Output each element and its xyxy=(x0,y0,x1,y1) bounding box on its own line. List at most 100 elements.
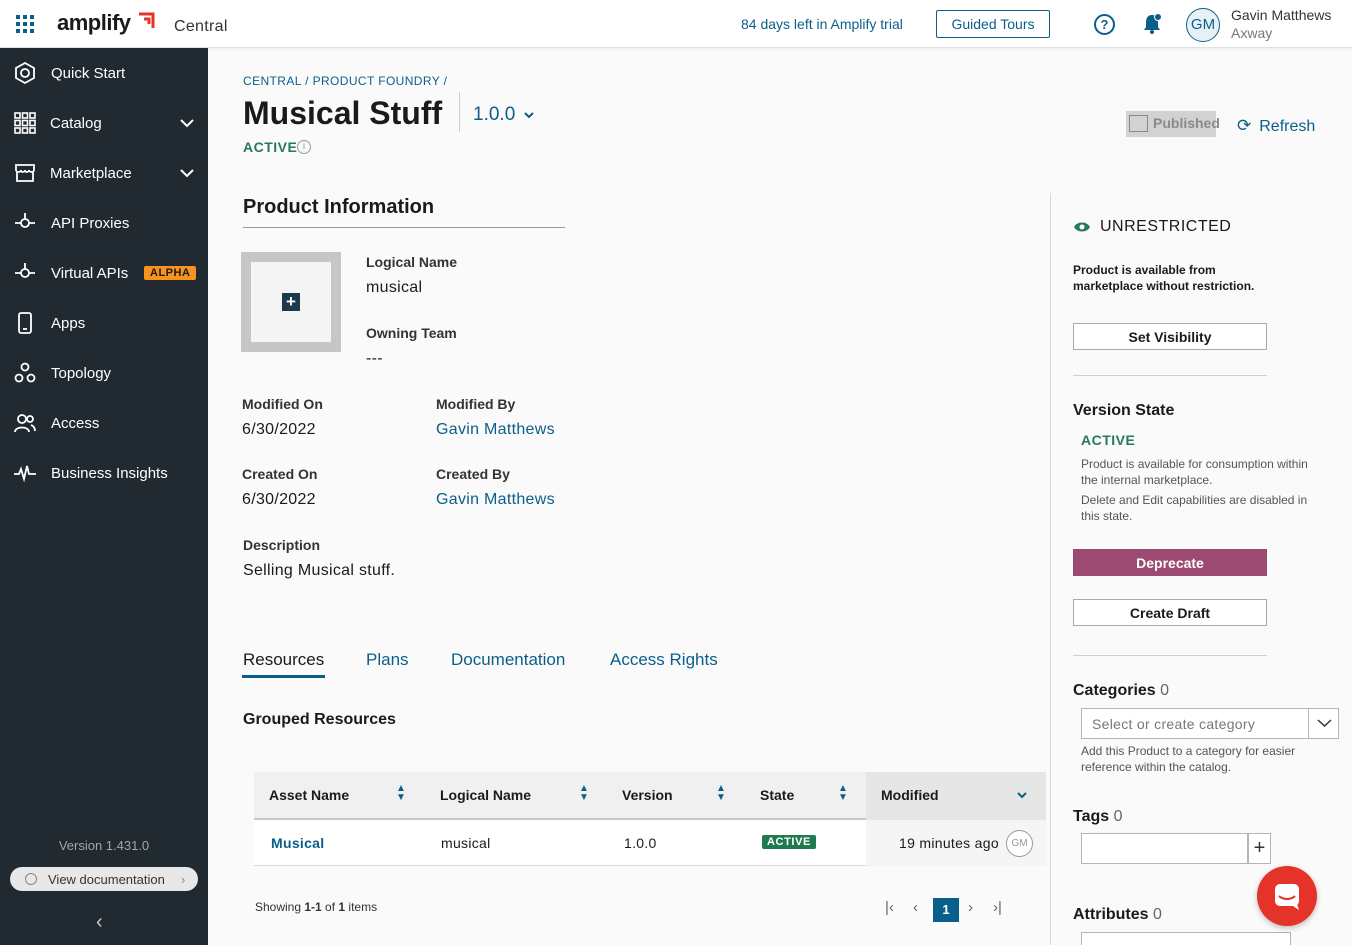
category-help-text: Add this Product to a category for easie… xyxy=(1081,744,1296,774)
published-label: Published xyxy=(1153,115,1220,131)
modified-on-label: Modified On xyxy=(242,396,323,412)
storefront-icon xyxy=(1129,115,1148,132)
version-state-value: ACTIVE xyxy=(1081,432,1136,448)
chevron-right-icon: › xyxy=(181,871,186,887)
sidebar-item-business-insights[interactable]: Business Insights xyxy=(0,448,208,498)
tab-access-rights[interactable]: Access Rights xyxy=(610,650,718,670)
column-header-logical-name[interactable]: Logical Name xyxy=(440,787,531,803)
version-cell: 1.0.0 xyxy=(624,835,657,851)
sidebar-item-quick-start[interactable]: Quick Start xyxy=(0,48,208,98)
product-image-upload[interactable]: + xyxy=(241,252,341,352)
column-header-modified[interactable]: Modified xyxy=(881,787,939,803)
tab-resources[interactable]: Resources xyxy=(243,650,324,670)
version-state-heading: Version State xyxy=(1073,402,1175,419)
page-number-current[interactable]: 1 xyxy=(933,898,959,922)
first-page-icon[interactable]: |‹ xyxy=(885,899,894,916)
description-label: Description xyxy=(243,537,321,553)
topology-icon xyxy=(14,362,36,383)
visibility-description: Product is available from marketplace wi… xyxy=(1073,263,1255,293)
pagination-summary: Showing 1-1 of 1 items xyxy=(255,900,377,914)
user-avatar[interactable]: GM xyxy=(1186,8,1220,42)
sidebar-item-virtual-apis[interactable]: Virtual APIs ALPHA xyxy=(0,248,208,298)
help-icon[interactable]: ? xyxy=(1094,14,1115,35)
catalog-icon xyxy=(14,112,36,134)
user-org: Axway xyxy=(1231,25,1273,41)
sort-icon[interactable]: ▲ ▼ xyxy=(395,784,407,806)
user-avatar[interactable]: GM xyxy=(1006,830,1033,857)
heading-divider xyxy=(243,227,565,228)
asset-name-link[interactable]: Musical xyxy=(271,835,324,851)
brand-logo[interactable]: amplify xyxy=(57,10,131,36)
refresh-label: Refresh xyxy=(1259,118,1316,135)
active-tab-indicator xyxy=(242,675,325,678)
sort-desc-icon[interactable] xyxy=(1016,790,1028,800)
title-divider xyxy=(459,92,460,132)
chevron-down-icon[interactable] xyxy=(178,114,196,132)
created-by-link[interactable]: Gavin Matthews xyxy=(436,491,555,509)
sidebar-item-label: Quick Start xyxy=(51,64,126,82)
sidebar-item-access[interactable]: Access xyxy=(0,398,208,448)
refresh-icon: ⟳ xyxy=(1237,116,1252,135)
sort-icon[interactable]: ▲ ▼ xyxy=(837,784,849,806)
tag-input[interactable] xyxy=(1081,833,1248,864)
chat-launcher-button[interactable] xyxy=(1257,866,1317,926)
attribute-input[interactable] xyxy=(1081,932,1291,945)
modified-by-link[interactable]: Gavin Matthews xyxy=(436,421,555,439)
view-documentation-button[interactable]: View documentation › xyxy=(10,867,198,891)
image-placeholder: + xyxy=(251,262,331,342)
last-page-icon[interactable]: ›| xyxy=(993,899,1002,916)
divider xyxy=(1073,655,1267,656)
previous-page-icon[interactable]: ‹ xyxy=(913,899,918,916)
sidebar-item-topology[interactable]: Topology xyxy=(0,348,208,398)
attributes-label: Attributes xyxy=(1073,906,1149,923)
breadcrumb[interactable]: CENTRAL / PRODUCT FOUNDRY / xyxy=(243,74,447,88)
deprecate-button[interactable]: Deprecate xyxy=(1073,549,1267,576)
chat-icon xyxy=(1275,884,1299,910)
notifications-bell-icon[interactable] xyxy=(1141,12,1163,36)
next-page-icon[interactable]: › xyxy=(968,899,973,916)
plus-icon[interactable]: + xyxy=(282,293,300,311)
tab-documentation[interactable]: Documentation xyxy=(451,650,565,670)
sidebar-item-label: Catalog xyxy=(50,114,102,132)
add-tag-button[interactable]: + xyxy=(1248,833,1271,864)
version-state-description: Product is available for consumption wit… xyxy=(1081,457,1308,487)
api-proxies-icon xyxy=(15,213,35,228)
tags-heading: Tags 0 xyxy=(1073,808,1123,826)
top-bar: amplify Central 84 days left in Amplify … xyxy=(0,0,1352,48)
owning-team-value: --- xyxy=(366,350,383,367)
app-switcher-icon[interactable] xyxy=(16,15,34,33)
column-header-version[interactable]: Version xyxy=(622,787,673,803)
category-select[interactable]: Select or create category xyxy=(1081,708,1339,739)
refresh-button[interactable]: ⟳ Refresh xyxy=(1237,116,1315,136)
chevron-down-icon[interactable] xyxy=(178,164,196,182)
chevron-down-icon xyxy=(523,112,534,119)
created-on-value: 6/30/2022 xyxy=(242,491,316,508)
set-visibility-button[interactable]: Set Visibility xyxy=(1073,323,1267,350)
tags-count: 0 xyxy=(1113,808,1123,825)
sidebar-item-catalog[interactable]: Catalog xyxy=(0,98,208,148)
column-header-asset-name[interactable]: Asset Name xyxy=(269,787,349,803)
alpha-badge: ALPHA xyxy=(144,266,197,280)
version-select[interactable]: 1.0.0 xyxy=(473,104,535,126)
column-header-state[interactable]: State xyxy=(760,787,794,803)
modified-by-label: Modified By xyxy=(436,396,516,412)
sidebar-item-api-proxies[interactable]: API Proxies xyxy=(0,198,208,248)
modified-cell: 19 minutes ago xyxy=(899,835,999,851)
collapse-sidebar-icon[interactable]: ‹ xyxy=(96,911,103,934)
sidebar-item-marketplace[interactable]: Marketplace xyxy=(0,148,208,198)
sidebar-item-label: Access xyxy=(51,414,100,432)
category-dropdown-toggle[interactable] xyxy=(1308,709,1339,738)
sidebar-item-apps[interactable]: Apps xyxy=(0,298,208,348)
info-icon[interactable]: i xyxy=(297,140,311,154)
sort-icon[interactable]: ▲ ▼ xyxy=(715,784,727,806)
state-badge: ACTIVE xyxy=(762,835,816,849)
user-name[interactable]: Gavin Matthews xyxy=(1231,7,1331,23)
globe-icon xyxy=(25,873,37,885)
owning-team-label: Owning Team xyxy=(366,325,457,341)
create-draft-button[interactable]: Create Draft xyxy=(1073,599,1267,626)
modified-on-value: 6/30/2022 xyxy=(242,421,316,438)
tab-plans[interactable]: Plans xyxy=(366,650,409,670)
sort-icon[interactable]: ▲ ▼ xyxy=(578,784,590,806)
guided-tours-button[interactable]: Guided Tours xyxy=(936,10,1050,38)
showing-range: 1-1 xyxy=(304,900,322,914)
